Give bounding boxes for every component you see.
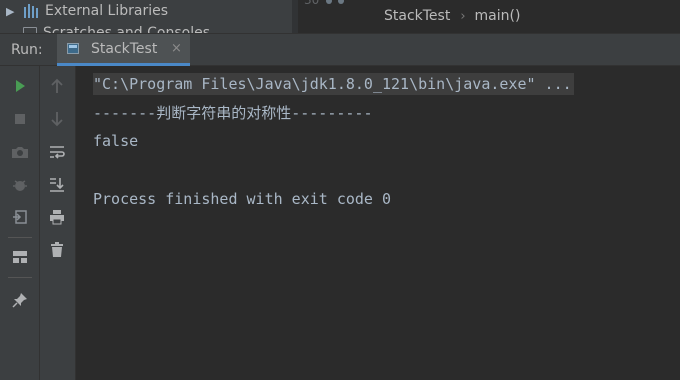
tree-item-label: Scratches and Consoles bbox=[43, 25, 210, 33]
toolbar-divider bbox=[8, 277, 32, 278]
next-occurrence-button[interactable] bbox=[45, 107, 69, 131]
run-right-toolbar bbox=[40, 66, 76, 380]
breadcrumb-separator: › bbox=[460, 8, 466, 24]
stop-icon bbox=[15, 114, 25, 124]
run-left-toolbar bbox=[0, 66, 40, 380]
soft-wrap-button[interactable] bbox=[45, 140, 69, 164]
console-output[interactable]: "C:\Program Files\Java\jdk1.8.0_121\bin\… bbox=[76, 66, 680, 380]
run-tab-title: StackTest bbox=[91, 41, 158, 57]
run-panel-label: Run: bbox=[11, 42, 43, 58]
print-icon bbox=[50, 210, 64, 225]
dump-threads-button[interactable] bbox=[8, 140, 32, 164]
gutter-marker-icon bbox=[326, 0, 332, 4]
console-command-line[interactable]: "C:\Program Files\Java\jdk1.8.0_121\bin\… bbox=[93, 73, 574, 95]
console-line: false bbox=[93, 132, 139, 150]
run-icon bbox=[16, 80, 25, 92]
run-panel-header: Run: StackTest × bbox=[0, 33, 680, 66]
debug-button[interactable] bbox=[8, 173, 32, 197]
console-line: -------判断字符串的对称性--------- bbox=[93, 104, 373, 122]
restore-layout-button[interactable] bbox=[8, 205, 32, 229]
library-icon bbox=[23, 4, 39, 18]
trash-icon bbox=[51, 242, 63, 257]
close-tab-icon[interactable]: × bbox=[171, 41, 182, 56]
down-arrow-icon bbox=[51, 112, 63, 127]
scroll-to-end-icon bbox=[50, 178, 64, 192]
print-button[interactable] bbox=[45, 205, 69, 229]
camera-icon bbox=[12, 147, 28, 158]
tree-item-scratches[interactable]: Scratches and Consoles bbox=[0, 22, 210, 33]
soft-wrap-icon bbox=[50, 146, 65, 159]
run-tab-stacktest[interactable]: StackTest × bbox=[57, 34, 190, 66]
layout-icon bbox=[13, 251, 27, 263]
top-strip: ▶ External Libraries Scratches and Conso… bbox=[0, 0, 680, 33]
console-line: Process finished with exit code 0 bbox=[93, 190, 392, 208]
tree-item-label: External Libraries bbox=[45, 3, 168, 19]
pin-icon bbox=[12, 293, 27, 308]
stop-button[interactable] bbox=[8, 107, 32, 131]
rerun-button[interactable] bbox=[8, 74, 32, 98]
editor-breadcrumb: 30 StackTest › main() bbox=[298, 0, 680, 33]
up-arrow-icon bbox=[51, 78, 63, 93]
scroll-to-end-button[interactable] bbox=[45, 173, 69, 197]
tree-item-external-libraries[interactable]: ▶ External Libraries bbox=[0, 0, 168, 22]
debug-icon bbox=[13, 180, 27, 191]
layout-button[interactable] bbox=[8, 245, 32, 269]
gutter-marker-icon bbox=[338, 0, 344, 4]
expand-arrow-icon[interactable]: ▶ bbox=[6, 5, 16, 18]
previous-occurrence-button[interactable] bbox=[45, 74, 69, 98]
breadcrumb-class[interactable]: StackTest bbox=[384, 8, 450, 24]
clear-all-button[interactable] bbox=[45, 238, 69, 262]
breadcrumb-method[interactable]: main() bbox=[475, 8, 521, 24]
console-icon bbox=[67, 43, 79, 54]
restore-layout-icon bbox=[13, 210, 27, 224]
line-number: 30 bbox=[304, 0, 320, 7]
pin-tab-button[interactable] bbox=[8, 288, 32, 312]
toolbar-divider bbox=[8, 237, 32, 238]
project-tree: ▶ External Libraries Scratches and Conso… bbox=[0, 0, 292, 33]
